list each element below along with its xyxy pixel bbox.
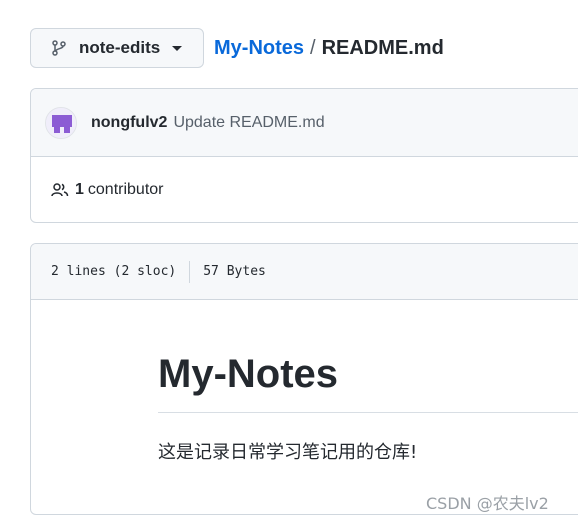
divider bbox=[189, 260, 191, 283]
avatar[interactable] bbox=[45, 106, 77, 139]
commit-author-link[interactable]: nongfulv2 bbox=[91, 114, 167, 132]
file-name: README.md bbox=[321, 37, 444, 59]
contributors-row[interactable]: 1 contributor bbox=[31, 157, 578, 222]
readme-paragraph: 这是记录日常学习笔记用的仓库! bbox=[158, 442, 418, 463]
line-count: 2 lines (2 sloc) bbox=[51, 264, 177, 279]
repo-link[interactable]: My-Notes bbox=[214, 37, 304, 60]
latest-commit-row: nongfulv2 Update README.md bbox=[31, 89, 578, 157]
commit-message-link[interactable]: Update README.md bbox=[173, 114, 324, 132]
contributor-label: contributor bbox=[87, 181, 164, 198]
chevron-down-icon bbox=[172, 45, 183, 51]
contributor-count: 1 bbox=[75, 181, 84, 198]
branch-select-button[interactable]: note-edits bbox=[30, 28, 204, 68]
heading-divider bbox=[158, 412, 578, 413]
branch-name: note-edits bbox=[79, 38, 161, 57]
git-branch-icon bbox=[52, 40, 66, 56]
identicon-icon bbox=[46, 107, 76, 138]
watermark: CSDN @农夫lv2 bbox=[426, 494, 549, 513]
commit-summary-box: nongfulv2 Update README.md 1 contributor bbox=[30, 88, 578, 223]
breadcrumb-separator: / bbox=[310, 37, 316, 59]
file-info-bar: 2 lines (2 sloc) 57 Bytes bbox=[31, 244, 578, 300]
file-size: 57 Bytes bbox=[203, 264, 266, 279]
breadcrumb: My-Notes / README.md bbox=[214, 37, 444, 60]
people-icon bbox=[51, 183, 69, 197]
file-viewer: 2 lines (2 sloc) 57 Bytes My-Notes 这是记录日… bbox=[30, 243, 578, 515]
readme-heading: My-Notes bbox=[158, 352, 339, 396]
